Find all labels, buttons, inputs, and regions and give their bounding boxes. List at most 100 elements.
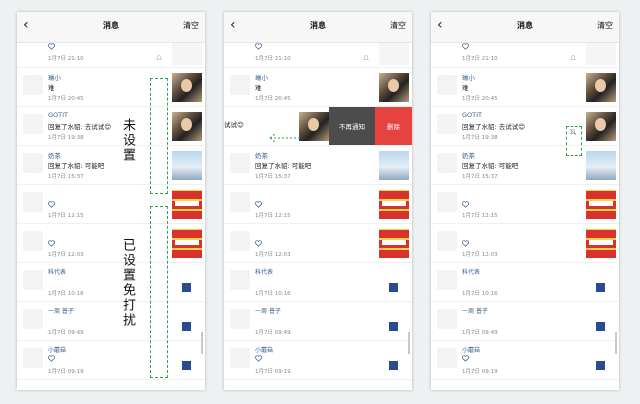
message-row[interactable]: 科代表 1月7日 10:16 [224,263,412,302]
message-row[interactable]: GOTIT 回复了水貂: 去试试😊 1月7日 19:38 [431,107,619,146]
avatar [23,114,43,134]
avatar [23,153,43,173]
phone-panel-2: ‹ 消息 清空 1月7日 21:10 琳小 难 1月7日 20:45 试试😊 不… [224,12,412,390]
message-time: 1月7日 20:45 [48,96,84,102]
thumbnail-image [172,307,202,336]
message-row[interactable]: 1月7日 21:10 [17,43,205,68]
message-time: 1月7日 20:45 [462,96,498,102]
thumbnail-image [379,268,409,297]
thumbnail-image [586,151,616,180]
avatar [437,114,457,134]
thumbnail-image [586,307,616,336]
message-row[interactable]: 奶茶 回复了水貂: 可能吧 1月7日 15:37 [17,146,205,185]
message-row[interactable]: 琳小 难 1月7日 20:45 [431,68,619,107]
avatar [230,153,250,173]
thumbnail-image [379,151,409,180]
message-content: 难 [48,84,55,92]
avatar [230,75,250,95]
heart-icon [48,240,55,247]
message-row[interactable]: 小蘑菇 1月7日 09:19 [431,341,619,380]
message-row[interactable]: 琳小 难 1月7日 20:45 [17,68,205,107]
thumbnail-image [172,268,202,297]
annotation-dnd-set: 已设置免打扰 [120,238,135,328]
message-content: 回复了水貂: 可能吧 [255,162,312,170]
message-time: 1月7日 21:10 [48,56,84,62]
message-row[interactable]: 1月7日 12:15 [224,185,412,224]
message-row[interactable]: 1月7日 21:10 [431,43,619,68]
thumbnail-image [379,307,409,336]
message-time: 1月7日 12:15 [48,213,84,219]
thumbnail-image [172,73,202,102]
avatar [230,231,250,251]
message-row[interactable]: 一周 普子 1月7日 09:49 [431,302,619,341]
message-row[interactable]: 1月7日 12:03 [17,224,205,263]
delete-button[interactable]: 删除 [375,107,412,145]
message-row[interactable]: 1月7日 12:15 [431,185,619,224]
thumbnail-image [172,229,202,258]
message-sender: 一周 普子 [255,308,281,315]
message-row[interactable]: 琳小 难 1月7日 20:45 [224,68,412,107]
thumbnail-image [586,73,616,102]
message-time: 1月7日 09:49 [255,330,291,336]
scrollbar[interactable] [201,332,203,354]
thumbnail-image [586,229,616,258]
message-row[interactable]: 奶茶 回复了水貂: 可能吧 1月7日 15:37 [224,146,412,185]
heart-icon [48,201,55,208]
swipe-actions: 不再通知 删除 [329,107,412,145]
avatar [230,309,250,329]
avatar [23,75,43,95]
scrollbar[interactable] [615,332,617,354]
avatar [230,270,250,290]
avatar [437,309,457,329]
message-content: 回复了水貂: 去试试😊 [462,123,526,131]
message-row[interactable]: 1月7日 12:03 [431,224,619,263]
message-row[interactable]: 小蘑菇 1月7日 09:19 [17,341,205,380]
thumbnail-image [379,190,409,219]
message-sender: 科代表 [255,269,274,276]
mute-notifications-button[interactable]: 不再通知 [329,107,375,145]
clear-button[interactable]: 清空 [183,20,199,31]
bell-icon [362,47,370,60]
nav-bar: ‹ 消息 清空 [224,12,412,43]
message-time: 1月7日 12:15 [255,213,291,219]
thumbnail-image [379,229,409,258]
avatar [230,348,250,368]
message-row[interactable]: 科代表 1月7日 10:16 [17,263,205,302]
message-row[interactable]: GOTIT 回复了水貂: 去试试😊 1月7日 19:38 [17,107,205,146]
message-content: 回复了水貂: 可能吧 [48,162,105,170]
message-row[interactable]: 小蘑菇 1月7日 09:19 [224,341,412,380]
heart-icon [48,355,55,362]
message-row[interactable]: 一周 普子 1月7日 09:49 [224,302,412,341]
message-sender: 奶茶 [462,152,475,160]
heart-icon [255,355,262,362]
message-sender: 小蘑菇 [255,347,274,354]
avatar [23,231,43,251]
annotation-box-not-set [150,78,168,194]
message-sender: GOTIT [462,111,483,119]
message-row[interactable]: 科代表 1月7日 10:16 [431,263,619,302]
swiped-message-content: 试试😊 [224,121,244,129]
thumbnail-image [172,151,202,180]
avatar [437,75,457,95]
avatar [437,348,457,368]
swipe-left-arrow-icon [269,132,300,144]
message-sender: 科代表 [462,269,481,276]
message-time: 1月7日 19:38 [48,135,84,141]
message-row[interactable]: 1月7日 12:15 [17,185,205,224]
message-time: 1月7日 12:15 [462,213,498,219]
message-row[interactable]: 奶茶 回复了水貂: 可能吧 1月7日 15:37 [431,146,619,185]
clear-button[interactable]: 清空 [597,20,613,31]
message-row-swiped[interactable]: 试试😊 不再通知 删除 [224,107,412,146]
thumbnail-image [586,112,616,141]
heart-icon [255,201,262,208]
clear-button[interactable]: 清空 [390,20,406,31]
bell-icon [569,47,577,60]
nav-bar: ‹ 消息 清空 [17,12,205,43]
message-time: 1月7日 10:16 [255,291,291,297]
phone-panel-3: ‹ 消息 清空 1月7日 21:10 琳小 难 1月7日 20:45 GOTIT… [431,12,619,390]
message-row[interactable]: 1月7日 12:03 [224,224,412,263]
scrollbar[interactable] [408,332,410,354]
message-row[interactable]: 1月7日 21:10 [224,43,412,68]
message-time: 1月7日 09:19 [48,369,84,375]
message-row[interactable]: 一周 普子 1月7日 09:49 [17,302,205,341]
